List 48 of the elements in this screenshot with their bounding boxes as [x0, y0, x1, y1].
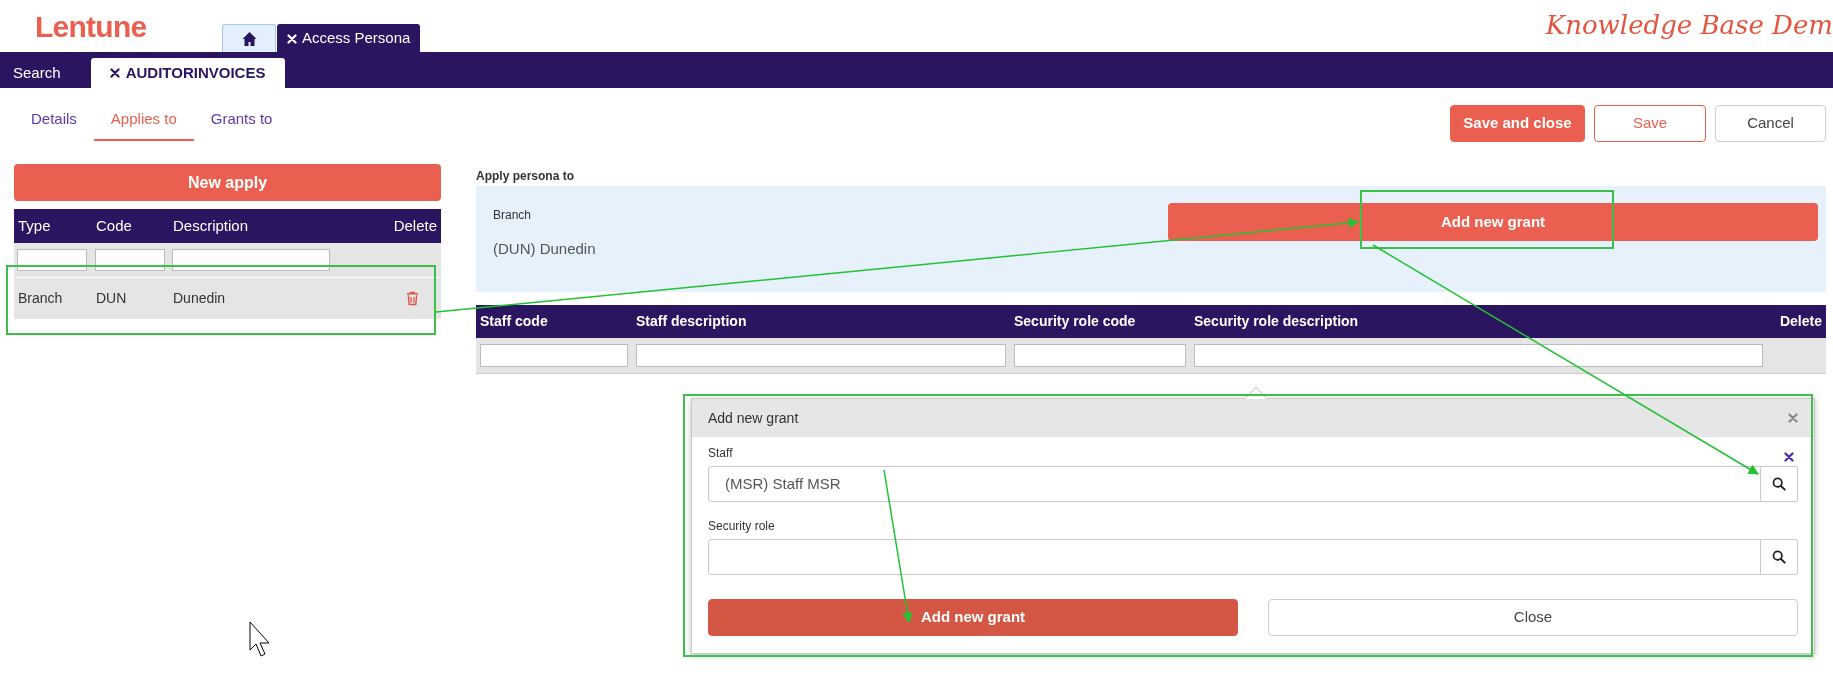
lookup-field[interactable]: (MSR) Staff MSR: [708, 466, 1761, 502]
column-header: Code: [95, 215, 133, 236]
section-title: Apply persona to: [476, 168, 575, 184]
table-cell-text: Branch: [17, 289, 64, 308]
column-header: Delete: [1778, 312, 1823, 331]
filter-field[interactable]: [636, 344, 1006, 367]
mouse-pointer-icon: [249, 621, 270, 657]
column-header: Staff code: [479, 312, 549, 331]
field-label: Security role: [708, 518, 775, 535]
filter-field[interactable]: [17, 249, 87, 271]
home-icon: [240, 30, 258, 47]
search-button[interactable]: [1761, 539, 1798, 575]
tagline: Knowledge Base Dem: [1545, 9, 1833, 42]
column-header: Type: [17, 215, 52, 236]
field-label: Branch: [493, 207, 533, 224]
column-header: Security role description: [1193, 312, 1360, 331]
field-label: Staff: [708, 445, 733, 462]
nav-tab[interactable]: Search: [0, 52, 74, 88]
table-row[interactable]: Branch DUN Dunedin: [14, 278, 441, 319]
column-header: Description: [172, 215, 250, 236]
search-icon: [1772, 550, 1786, 564]
dialog-title: Add new grant: [708, 408, 799, 428]
close-button[interactable]: Close: [1268, 599, 1798, 636]
filter-field[interactable]: [1194, 344, 1763, 367]
add-new-grant-button[interactable]: Add new grant: [708, 599, 1238, 636]
sub-tab[interactable]: Grants to: [193, 100, 290, 141]
filter-field[interactable]: [95, 249, 165, 271]
search-button[interactable]: [1761, 466, 1798, 502]
column-header: Delete: [392, 215, 438, 236]
logo: Lentune: [35, 9, 147, 45]
filter-field[interactable]: [480, 344, 628, 367]
filter-field[interactable]: [1014, 344, 1186, 367]
cancel-button[interactable]: Cancel: [1715, 105, 1826, 142]
search-icon: [1772, 477, 1786, 491]
column-header: Staff description: [635, 312, 748, 331]
field-value: (DUN) Dunedin: [493, 239, 596, 259]
filter-field[interactable]: [172, 249, 330, 271]
app-tab[interactable]: Access Persona: [277, 24, 421, 52]
trash-icon[interactable]: [406, 291, 419, 306]
sub-tab[interactable]: Details: [14, 100, 94, 141]
home-tab[interactable]: [222, 24, 276, 52]
lookup-field[interactable]: [708, 539, 1761, 575]
column-header: Security role code: [1013, 312, 1137, 331]
close-icon[interactable]: [109, 68, 120, 78]
nav-tab[interactable]: AUDITORINVOICES: [90, 58, 285, 88]
clear-icon[interactable]: [1784, 452, 1794, 462]
table-cell-text: DUN: [95, 289, 128, 308]
table-cell-text: Dunedin: [172, 289, 227, 308]
